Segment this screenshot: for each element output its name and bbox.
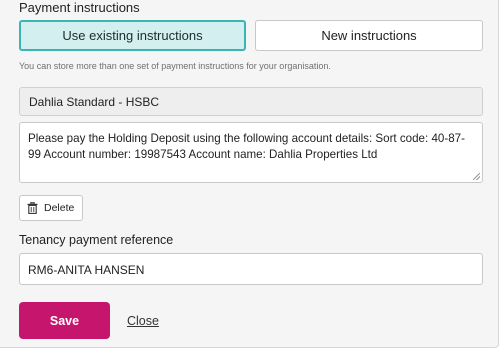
- new-instructions-toggle[interactable]: New instructions: [255, 20, 483, 51]
- instruction-textarea-value: Please pay the Holding Deposit using the…: [28, 132, 465, 161]
- tenancy-reference-input[interactable]: RM6-ANITA HANSEN: [19, 253, 483, 285]
- tenancy-reference-label: Tenancy payment reference: [19, 233, 174, 247]
- section-title: Payment instructions: [19, 0, 140, 15]
- trash-icon: [27, 202, 38, 214]
- save-button[interactable]: Save: [19, 302, 110, 339]
- resize-grip-icon[interactable]: [473, 173, 480, 180]
- payment-instructions-panel: Payment instructions Use existing instru…: [0, 0, 499, 348]
- instruction-textarea[interactable]: Please pay the Holding Deposit using the…: [19, 122, 483, 183]
- close-link[interactable]: Close: [127, 314, 159, 328]
- delete-button-label: Delete: [44, 202, 75, 214]
- use-existing-instructions-toggle[interactable]: Use existing instructions: [19, 20, 246, 51]
- tenancy-reference-value: RM6-ANITA HANSEN: [28, 263, 145, 277]
- instructions-hint: You can store more than one set of payme…: [19, 61, 331, 71]
- delete-button[interactable]: Delete: [19, 195, 83, 221]
- instruction-select[interactable]: Dahlia Standard - HSBC: [19, 87, 483, 116]
- instruction-select-value: Dahlia Standard - HSBC: [29, 95, 160, 109]
